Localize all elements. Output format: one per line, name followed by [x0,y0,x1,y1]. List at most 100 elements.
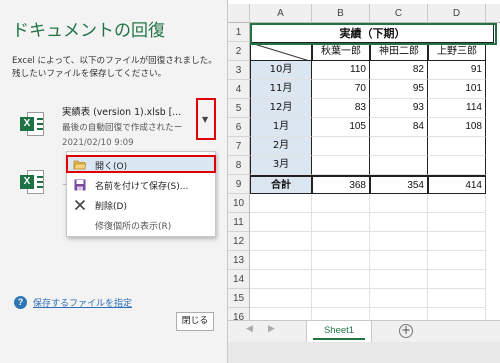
cell[interactable] [250,251,312,270]
row-header-13[interactable]: 13 [228,251,250,270]
cell[interactable] [250,213,312,232]
column-header-d[interactable]: D [428,4,486,23]
row-header-11[interactable]: 11 [228,213,250,232]
menu-delete-label: 削除(D) [95,202,127,212]
value-cell[interactable]: 83 [312,99,370,118]
worksheet-grid[interactable]: A B C D 1 2 3 4 5 6 7 8 9 10 11 12 13 14 15 16 秋葉一郎 神田二郎… [228,0,500,363]
cell[interactable] [312,270,370,289]
cell[interactable] [428,251,486,270]
menu-open-label: 開く(O) [95,162,128,172]
next-sheet-icon[interactable]: ▶ [268,324,275,334]
value-cell[interactable] [370,137,428,156]
value-cell[interactable]: 93 [370,99,428,118]
column-header-a[interactable]: A [250,4,312,23]
cell[interactable] [428,270,486,289]
sheet-tab-sheet1[interactable]: Sheet1 [306,321,372,342]
column-header-e[interactable] [486,4,500,23]
total-value-cell[interactable]: 414 [428,175,486,194]
file-source: 最後の自動回復で作成されたー [62,123,183,133]
month-cell[interactable]: 2月 [250,137,312,156]
cell[interactable] [312,194,370,213]
column-header-b[interactable]: B [312,4,370,23]
row-header-5[interactable]: 5 [228,99,250,118]
month-cell[interactable]: 1月 [250,118,312,137]
value-cell[interactable]: 84 [370,118,428,137]
value-cell[interactable] [370,156,428,175]
cell[interactable] [312,251,370,270]
row-header-14[interactable]: 14 [228,270,250,289]
value-cell[interactable]: 108 [428,118,486,137]
menu-delete[interactable]: 削除(D) [67,195,215,215]
add-sheet-icon[interactable]: + [399,324,413,338]
row-header-8[interactable]: 8 [228,156,250,175]
excel-file-icon: X [20,170,44,194]
cell[interactable] [250,289,312,308]
chevron-down-icon: ▼ [202,115,209,124]
menu-save-as-label: 名前を付けて保存(S)... [95,182,189,192]
column-header-c[interactable]: C [370,4,428,23]
value-cell[interactable]: 105 [312,118,370,137]
value-cell[interactable]: 95 [370,80,428,99]
row-header-1[interactable]: 1 [228,23,250,42]
row-header-6[interactable]: 6 [228,118,250,137]
pane-title: ドキュメントの回復 [12,21,165,41]
total-value-cell[interactable]: 354 [370,175,428,194]
cell[interactable] [312,213,370,232]
cell[interactable] [428,213,486,232]
cell[interactable] [428,194,486,213]
file-name: 実績表 (version 1).xlsb [... [62,107,182,118]
cell[interactable] [370,289,428,308]
menu-open[interactable]: 開く(O) [66,155,216,173]
total-value-cell[interactable]: 368 [312,175,370,194]
value-cell[interactable]: 101 [428,80,486,99]
row-header-7[interactable]: 7 [228,137,250,156]
save-icon [74,179,86,191]
row-header-2[interactable]: 2 [228,42,250,61]
value-cell[interactable] [312,156,370,175]
menu-show-repairs-label: 修復個所の表示(R) [95,222,172,232]
month-cell[interactable]: 3月 [250,156,312,175]
cell[interactable] [312,289,370,308]
document-recovery-pane: ドキュメントの回復 Excel によって、以下のファイルが回復されました。残した… [0,0,228,363]
row-header-12[interactable]: 12 [228,232,250,251]
cell[interactable] [370,213,428,232]
row-header-15[interactable]: 15 [228,289,250,308]
cell[interactable] [250,270,312,289]
row-header-4[interactable]: 4 [228,80,250,99]
row-header-10[interactable]: 10 [228,194,250,213]
total-label-cell[interactable]: 合計 [250,175,312,194]
value-cell[interactable] [428,137,486,156]
cell[interactable] [250,232,312,251]
value-cell[interactable]: 82 [370,61,428,80]
cell[interactable] [370,251,428,270]
value-cell[interactable] [428,156,486,175]
recovered-file-1[interactable]: X 実績表 (version 1).xlsb [... 最後の自動回復で作成され… [0,100,228,148]
month-cell[interactable]: 12月 [250,99,312,118]
menu-show-repairs[interactable]: 修復個所の表示(R) [67,215,215,235]
row-header-9[interactable]: 9 [228,175,250,194]
pane-description: Excel によって、以下のファイルが回復されました。残したいファイルを保存して… [12,56,217,79]
previous-sheet-icon[interactable]: ◀ [246,324,253,334]
cell[interactable] [370,232,428,251]
value-cell[interactable]: 110 [312,61,370,80]
status-bar [228,342,500,363]
cell[interactable] [370,194,428,213]
file-dropdown-button[interactable]: ▼ [196,98,216,140]
file-date: 2021/02/10 9:09 [62,138,134,148]
cell[interactable] [428,289,486,308]
value-cell[interactable] [312,137,370,156]
month-cell[interactable]: 11月 [250,80,312,99]
close-button[interactable]: 閉じる [176,312,214,331]
select-all-corner[interactable] [228,4,250,23]
cell[interactable] [428,232,486,251]
value-cell[interactable]: 70 [312,80,370,99]
excel-window: ドキュメントの回復 Excel によって、以下のファイルが回復されました。残した… [0,0,500,363]
month-cell[interactable]: 10月 [250,61,312,80]
value-cell[interactable]: 114 [428,99,486,118]
cell[interactable] [370,270,428,289]
value-cell[interactable]: 91 [428,61,486,80]
cell[interactable] [250,194,312,213]
row-header-3[interactable]: 3 [228,61,250,80]
menu-save-as[interactable]: 名前を付けて保存(S)... [67,175,215,195]
cell[interactable] [312,232,370,251]
